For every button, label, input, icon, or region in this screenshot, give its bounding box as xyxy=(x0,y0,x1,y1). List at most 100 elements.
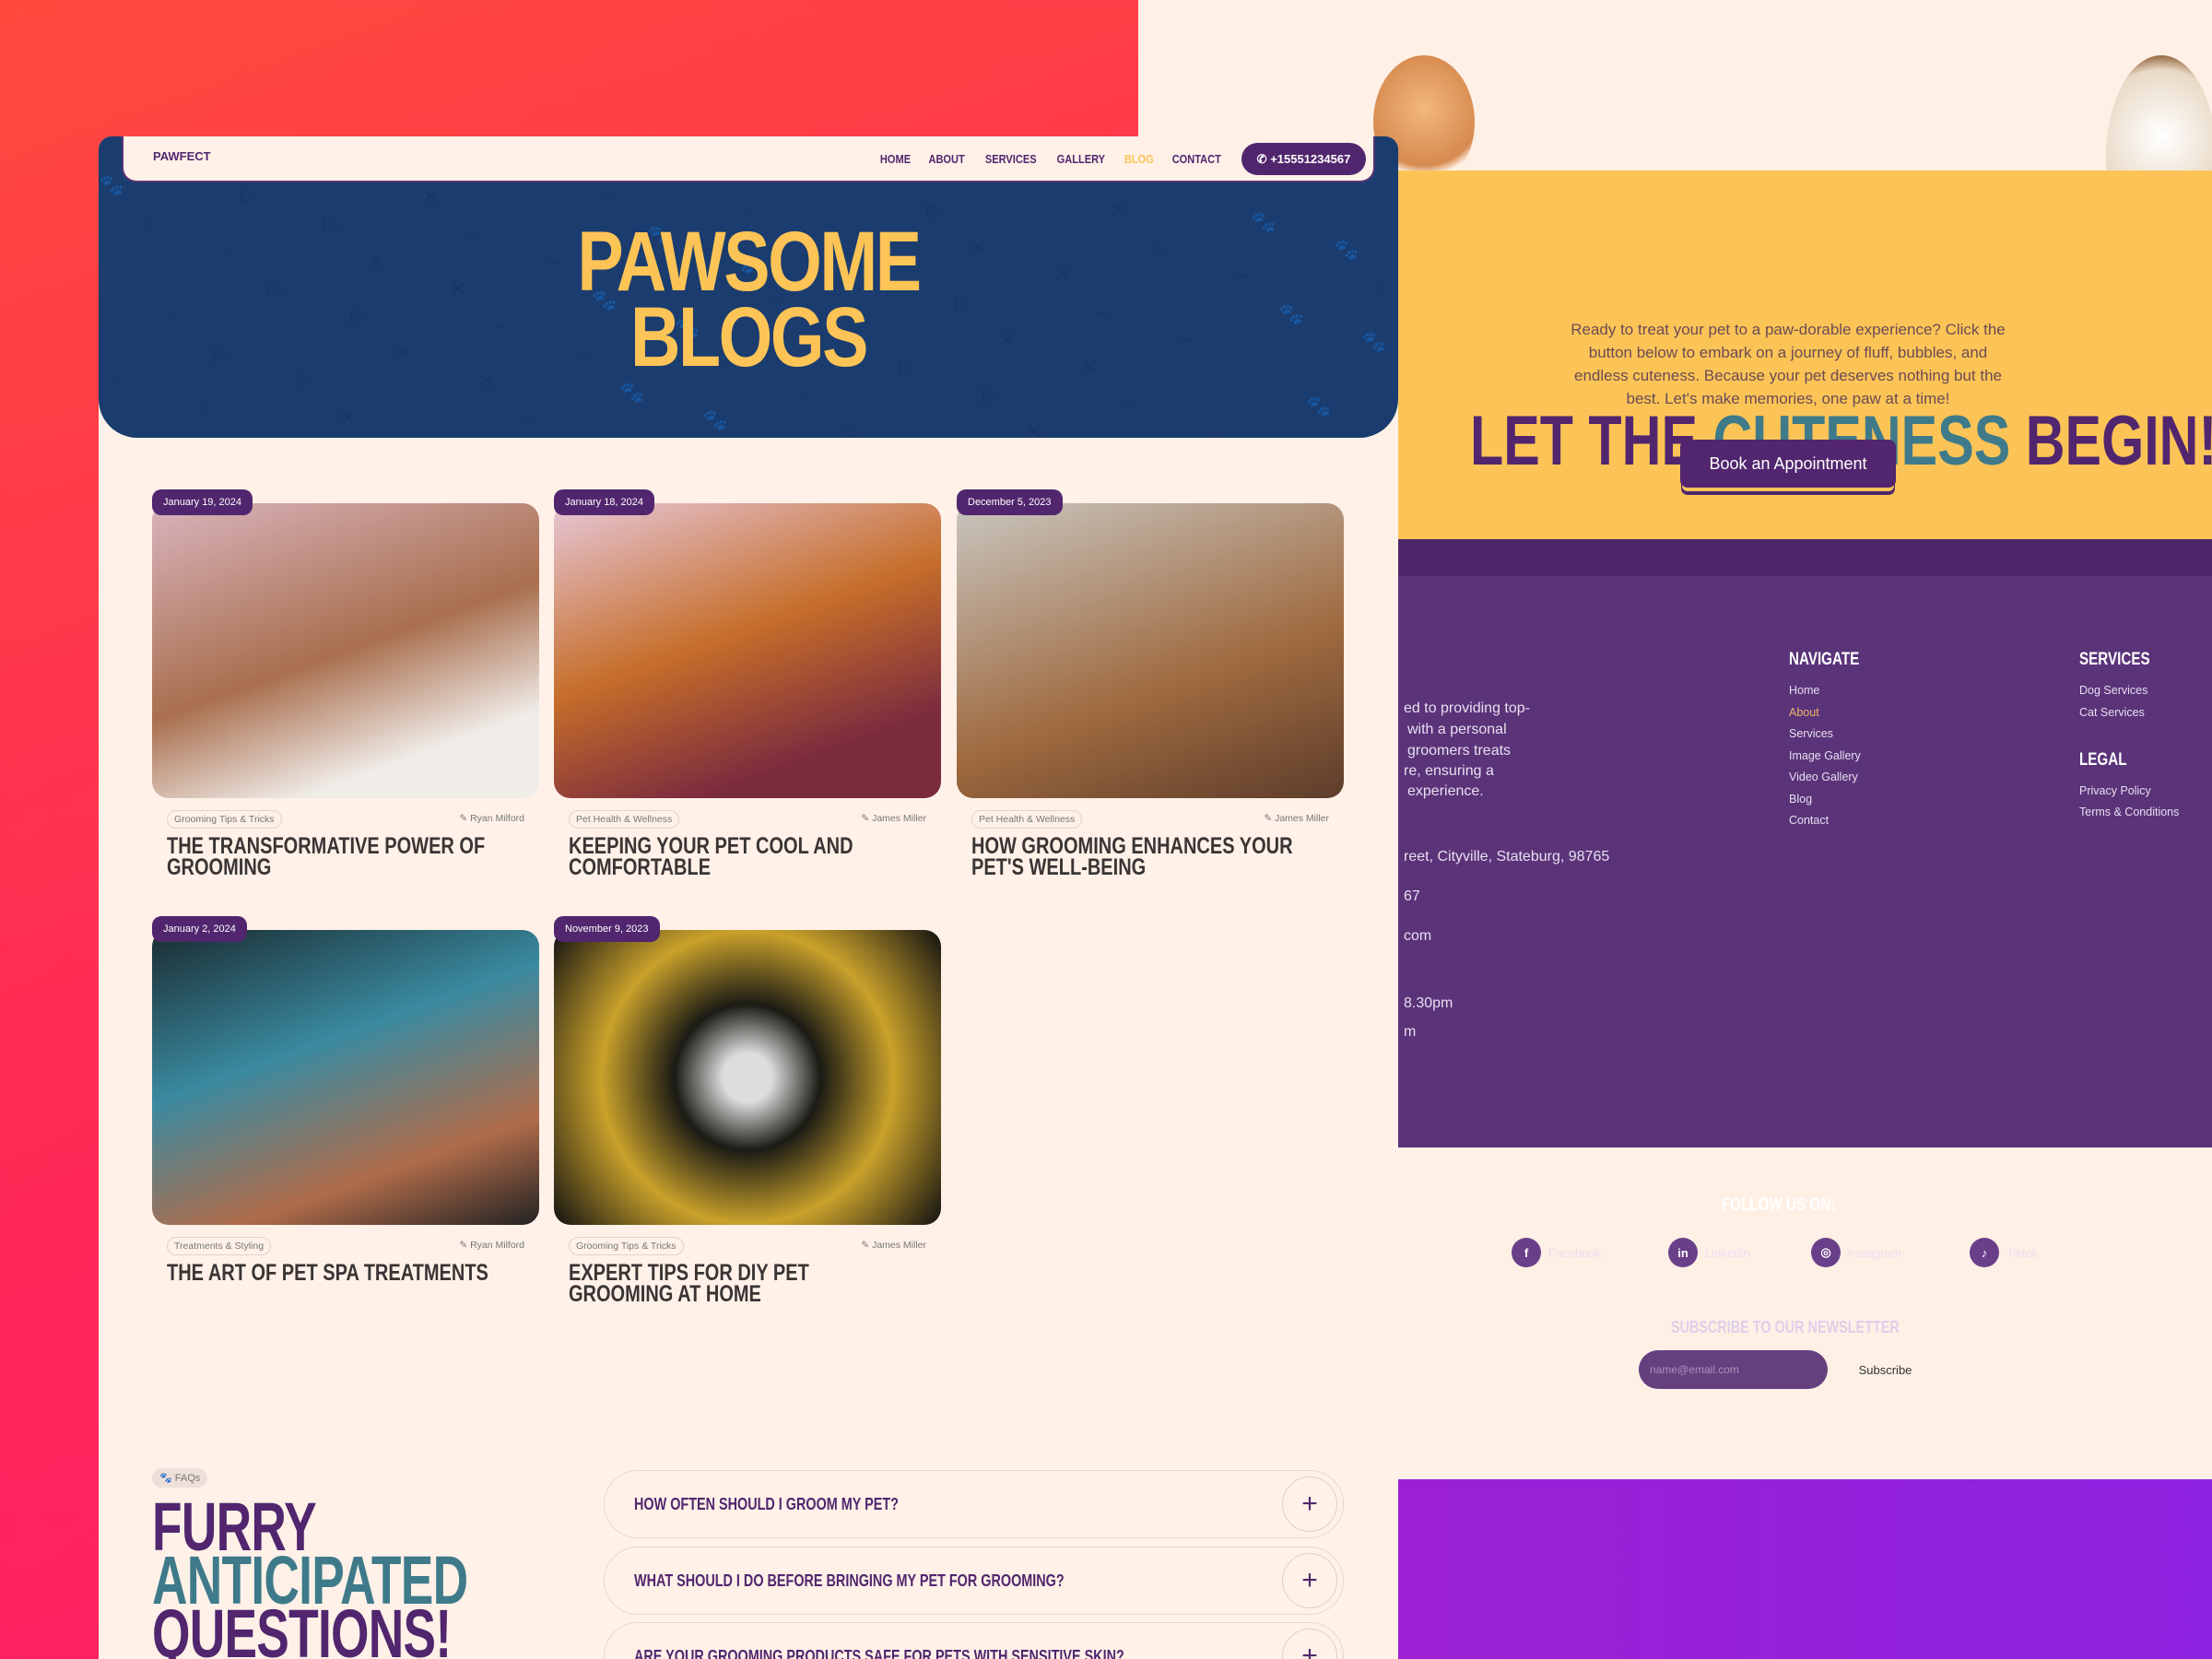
category-tag[interactable]: Treatments & Styling xyxy=(167,1237,272,1255)
footer-link-terms[interactable]: Terms & Conditions xyxy=(2079,806,2179,818)
phone-button[interactable]: ✆ +15551234567 xyxy=(1241,143,1366,175)
footer-link-services[interactable]: Services xyxy=(1789,727,1833,740)
nav-contact[interactable]: CONTACT xyxy=(1172,152,1221,166)
faq-item[interactable]: HOW OFTEN SHOULD I GROOM MY PET? + xyxy=(604,1470,1344,1538)
footer-link-about[interactable]: About xyxy=(1789,706,1819,719)
blog-card[interactable]: January 18, 2024 Pet Health & Wellness ✎… xyxy=(554,489,941,879)
category-tag[interactable]: Pet Health & Wellness xyxy=(971,810,1083,829)
about-text: re, ensuring a xyxy=(1404,763,1494,779)
newsletter-heading: SUBSCRIBE TO OUR NEWSLETTER xyxy=(1671,1318,1900,1336)
nav-links: HOME ABOUT SERVICES GALLERY BLOG CONTACT xyxy=(877,152,1226,166)
pen-icon: ✎ xyxy=(459,813,471,824)
post-title[interactable]: HOW GROOMING ENHANCES YOUR PET'S WELL-BE… xyxy=(971,835,1296,879)
post-author: ✎ Ryan Milford xyxy=(459,1240,524,1251)
social-label: Linkedin xyxy=(1705,1245,1750,1260)
post-author: ✎ James Miller xyxy=(1264,813,1329,824)
post-date: November 9, 2023 xyxy=(554,916,660,942)
paw-pattern-icon: ▷ xyxy=(241,184,256,207)
footer-link-contact[interactable]: Contact xyxy=(1789,814,1829,827)
category-tag[interactable]: Pet Health & Wellness xyxy=(569,810,680,829)
tiktok-icon: ♪ xyxy=(1970,1238,1999,1267)
paw-icon: 🐾 xyxy=(159,1473,175,1484)
about-text: groomers treats xyxy=(1407,743,1512,759)
about-text: ed to providing top- xyxy=(1404,700,1530,716)
blog-card-image[interactable] xyxy=(957,503,1344,798)
about-text: with a personal xyxy=(1407,722,1507,737)
nav-about[interactable]: ABOUT xyxy=(929,152,965,166)
post-date: December 5, 2023 xyxy=(957,489,1063,515)
plus-icon[interactable]: + xyxy=(1282,1629,1337,1659)
phone-icon: ✆ xyxy=(1256,151,1271,166)
blog-card[interactable]: January 2, 2024 Treatments & Styling ✎ R… xyxy=(152,916,539,1285)
plus-icon[interactable]: + xyxy=(1282,1553,1337,1608)
category-tag[interactable]: Grooming Tips & Tricks xyxy=(569,1237,684,1255)
footer-link-video-gallery[interactable]: Video Gallery xyxy=(1789,771,1858,783)
paw-pattern-icon: ✕ xyxy=(339,406,357,429)
post-title[interactable]: THE TRANSFORMATIVE POWER OF GROOMING xyxy=(167,835,491,879)
hours-text: 8.30pm xyxy=(1404,995,1453,1011)
social-facebook[interactable]: f Facebook xyxy=(1512,1238,1601,1267)
nav-services[interactable]: SERVICES xyxy=(985,152,1037,166)
pen-icon: ✎ xyxy=(459,1240,471,1251)
footer-link-privacy[interactable]: Privacy Policy xyxy=(2079,784,2151,797)
footer-link-cat-services[interactable]: Cat Services xyxy=(2079,706,2145,719)
footer-link-dog-services[interactable]: Dog Services xyxy=(2079,684,2147,697)
paw-pattern-icon: ~ xyxy=(521,407,533,430)
blog-card-image[interactable] xyxy=(152,930,539,1225)
blog-page-panel: 🐾 ◦ ▷ ✕ ~ 🐾 ◦ ▷ ✕ ~ 🐾 ◦ ▷ ✕ ~ 🐾 ◦ ▷ ✕ ~ 🐾 ◦ ▷ ✕ ~ 🐾 ◦ ▷ ✕ ~ 🐾 ◦ ▷ ✕ ~ 🐾 ◦ ▷ ✕ ~… xyxy=(99,136,1398,1659)
nav-gallery[interactable]: GALLERY xyxy=(1057,152,1105,166)
faq-question: ARE YOUR GROOMING PRODUCTS SAFE FOR PETS… xyxy=(634,1647,1124,1659)
footer-link-image-gallery[interactable]: Image Gallery xyxy=(1789,749,1861,762)
logo[interactable]: PAWFECT xyxy=(153,149,211,163)
phone-number: +15551234567 xyxy=(1270,151,1351,166)
social-instagram[interactable]: ◎ Instagram xyxy=(1811,1238,1901,1267)
category-tag[interactable]: Grooming Tips & Tricks xyxy=(167,810,282,829)
subscribe-button[interactable]: Subscribe xyxy=(1832,1350,1938,1389)
linkedin-icon: in xyxy=(1668,1238,1698,1267)
paw-pattern-icon: ◦ xyxy=(170,303,177,326)
paw-pattern-icon: ~ xyxy=(1207,421,1219,438)
post-title[interactable]: THE ART OF PET SPA TREATMENTS xyxy=(167,1262,491,1285)
phone-text: 67 xyxy=(1404,888,1420,904)
nav-home[interactable]: HOME xyxy=(880,152,911,166)
paw-pattern-icon: ✕ xyxy=(1026,420,1043,438)
blog-card[interactable]: December 5, 2023 Pet Health & Wellness ✎… xyxy=(957,489,1344,879)
navigate-heading: NAVIGATE xyxy=(1789,650,1860,669)
newsletter-email-input[interactable] xyxy=(1639,1350,1828,1389)
blog-card[interactable]: January 19, 2024 Grooming Tips & Tricks … xyxy=(152,489,539,879)
author-name: Ryan Milford xyxy=(470,1240,524,1251)
email-text: com xyxy=(1404,928,1432,944)
address-text: reet, Cityville, Stateburg, 98765 xyxy=(1404,849,1610,865)
post-title[interactable]: EXPERT TIPS FOR DIY PET GROOMING AT HOME xyxy=(569,1262,893,1306)
footer-link-home[interactable]: Home xyxy=(1789,684,1819,697)
book-appointment-button[interactable]: Book an Appointment xyxy=(1680,440,1896,488)
social-linkedin[interactable]: in Linkedin xyxy=(1668,1238,1749,1267)
paw-pattern-icon: ▷ xyxy=(844,419,860,438)
paw-pattern-icon: ◦ xyxy=(142,211,149,234)
paw-pattern-icon: ✕ xyxy=(422,185,440,208)
blog-card[interactable]: November 9, 2023 Grooming Tips & Tricks … xyxy=(554,916,941,1306)
faq-item[interactable]: WHAT SHOULD I DO BEFORE BRINGING MY PET … xyxy=(604,1547,1344,1615)
blog-card-image[interactable] xyxy=(554,930,941,1225)
faq-question: WHAT SHOULD I DO BEFORE BRINGING MY PET … xyxy=(634,1571,1065,1590)
paw-pattern-icon: ◦ xyxy=(114,368,122,391)
post-title[interactable]: KEEPING YOUR PET COOL AND COMFORTABLE xyxy=(569,835,893,879)
plus-icon[interactable]: + xyxy=(1282,1477,1337,1532)
hours-text: m xyxy=(1404,1024,1417,1040)
blog-card-image[interactable] xyxy=(554,503,941,798)
paw-pattern-icon: ◦ xyxy=(801,382,808,405)
author-name: James Miller xyxy=(872,1240,926,1251)
author-name: James Miller xyxy=(1275,813,1329,824)
social-label: Tiktok xyxy=(2006,1245,2039,1260)
social-label: Facebook xyxy=(1548,1245,1602,1260)
paw-pattern-icon: ▷ xyxy=(982,382,998,406)
social-tiktok[interactable]: ♪ Tiktok xyxy=(1970,1238,2038,1267)
nav-blog[interactable]: BLOG xyxy=(1124,152,1154,166)
paw-pattern-icon: ◦ xyxy=(1377,276,1384,299)
faq-badge-label: FAQs xyxy=(174,1473,201,1484)
pen-icon: ✎ xyxy=(1264,813,1276,824)
post-author: ✎ James Miller xyxy=(861,813,926,824)
faq-item[interactable]: ARE YOUR GROOMING PRODUCTS SAFE FOR PETS… xyxy=(604,1622,1344,1659)
blog-card-image[interactable] xyxy=(152,503,539,798)
footer-link-blog[interactable]: Blog xyxy=(1789,793,1812,806)
